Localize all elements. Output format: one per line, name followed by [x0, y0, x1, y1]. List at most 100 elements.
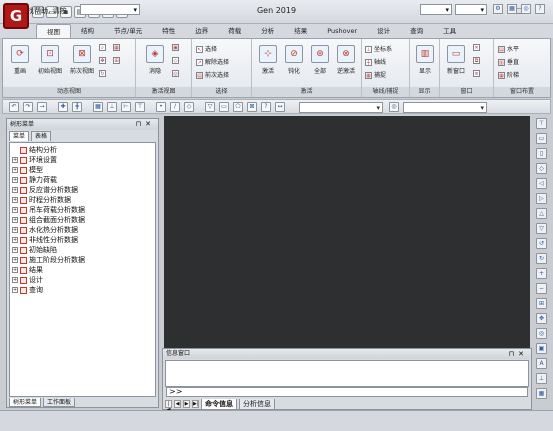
filter-icon[interactable]: ▽: [205, 102, 215, 112]
status-unit-dropdown-2[interactable]: [455, 4, 487, 15]
expand-toggle-icon[interactable]: +: [12, 257, 18, 263]
invert-button[interactable]: ⊘ 钝化: [281, 45, 307, 75]
zoom-in-icon[interactable]: +: [536, 268, 547, 279]
node-icon[interactable]: •: [156, 102, 166, 112]
shade-toggle-icon[interactable]: ▣: [536, 343, 547, 354]
view-up-icon[interactable]: △: [536, 208, 547, 219]
model-canvas[interactable]: [164, 116, 530, 348]
status-help-icon[interactable]: ?: [535, 4, 545, 14]
tab-load[interactable]: 荷载: [218, 24, 251, 38]
tree-item[interactable]: + 查询: [12, 285, 43, 295]
view-down-icon[interactable]: ▽: [536, 223, 547, 234]
tab-results[interactable]: 结果: [284, 24, 317, 38]
unselect-button[interactable]: ↗ 解除选择: [196, 57, 229, 66]
axis-y-icon[interactable]: ⊢: [121, 102, 131, 112]
expand-toggle-icon[interactable]: +: [12, 157, 18, 163]
fit-icon[interactable]: ⊞: [113, 57, 122, 64]
tab-tools[interactable]: 工具: [433, 24, 466, 38]
view-top-icon[interactable]: ⊤: [536, 118, 547, 129]
view-side-icon[interactable]: ▯: [536, 148, 547, 159]
axis-z-icon[interactable]: ⊤: [135, 102, 145, 112]
grid-icon[interactable]: ▦: [93, 102, 103, 112]
tree-item[interactable]: + 初始缺陷: [12, 245, 57, 255]
expand-toggle-icon[interactable]: +: [12, 247, 18, 253]
tree-item[interactable]: + 环境设置: [12, 155, 57, 165]
cascade-button[interactable]: ▥ 垂直: [498, 57, 519, 66]
query-icon[interactable]: ?: [261, 102, 271, 112]
status-dropdown-1[interactable]: [80, 4, 140, 15]
pan-icon[interactable]: ✥: [99, 57, 108, 64]
status-grid-icon[interactable]: ▦: [507, 4, 517, 14]
window-copy-icon[interactable]: ⧉: [473, 57, 482, 64]
zoom-icon[interactable]: ⌕: [99, 44, 108, 51]
intersect-icon[interactable]: ⊠: [247, 102, 257, 112]
select-button[interactable]: ↖ 选择: [196, 44, 217, 53]
hide-button[interactable]: ◈ 消隐: [142, 45, 168, 75]
tree-item[interactable]: + 时程分析数据: [12, 195, 71, 205]
expand-toggle-icon[interactable]: +: [12, 287, 18, 293]
activate-button[interactable]: ⊹ 激活: [255, 45, 281, 75]
tab-query[interactable]: 查询: [400, 24, 433, 38]
rotate-right-icon[interactable]: ↻: [536, 253, 547, 264]
expand-toggle-icon[interactable]: +: [12, 217, 18, 223]
undo-icon[interactable]: ↶: [9, 102, 19, 112]
tree-item[interactable]: + 静力荷载: [12, 175, 57, 185]
panel-close-icon[interactable]: ✕: [145, 120, 155, 128]
all-button[interactable]: ⊛ 全部: [307, 45, 333, 75]
status-snap-icon[interactable]: ◎: [521, 4, 531, 14]
tree-item[interactable]: + 结果: [12, 265, 43, 275]
first-tab-icon[interactable]: |◀: [165, 400, 172, 413]
view-iso-icon[interactable]: ◇: [536, 163, 547, 174]
tab-pushover[interactable]: Pushover: [317, 24, 367, 38]
display-toggle-icon[interactable]: ◎: [536, 328, 547, 339]
status-unit-dropdown[interactable]: [420, 4, 452, 15]
tab-tree-menu[interactable]: 树形菜单: [9, 398, 42, 407]
grid-toggle-icon[interactable]: ▦: [536, 388, 547, 399]
previous-select-button[interactable]: ▤ 前次选择: [196, 70, 229, 79]
tree-item[interactable]: + 设计: [12, 275, 43, 285]
view-front-icon[interactable]: ▭: [536, 133, 547, 144]
initial-view-button[interactable]: ⊡ 初始视图: [37, 45, 63, 75]
pin-icon[interactable]: ⊓: [136, 120, 145, 128]
tab-table[interactable]: 表格: [31, 131, 52, 141]
tab-view[interactable]: 视图: [36, 24, 71, 38]
tile-horizontal-button[interactable]: ▤ 水平: [498, 44, 519, 53]
new-window-button[interactable]: ▭ 新窗口: [443, 45, 469, 75]
perspective-icon[interactable]: ◇: [172, 57, 181, 64]
snap-point-icon[interactable]: ✚: [58, 102, 68, 112]
expand-toggle-icon[interactable]: +: [12, 207, 18, 213]
axis-toggle-icon[interactable]: ⊥: [536, 373, 547, 384]
tab-work-panel[interactable]: 工作面板: [43, 398, 76, 407]
window-list-icon[interactable]: ≡: [473, 70, 482, 77]
load-case-dropdown[interactable]: [403, 102, 487, 113]
view-box-icon[interactable]: ▦: [113, 44, 122, 51]
rotate-icon[interactable]: ↻: [99, 70, 108, 77]
tab-design[interactable]: 设计: [367, 24, 400, 38]
axis-x-icon[interactable]: ⊥: [107, 102, 117, 112]
tree-item[interactable]: + 模型: [12, 165, 43, 175]
plate-icon[interactable]: ◇: [184, 102, 194, 112]
expand-toggle-icon[interactable]: +: [12, 167, 18, 173]
element-icon[interactable]: ∕: [170, 102, 180, 112]
snap-line-icon[interactable]: ╋: [72, 102, 82, 112]
expand-toggle-icon[interactable]: +: [12, 277, 18, 283]
view-right-icon[interactable]: ▷: [536, 193, 547, 204]
next-tab-icon[interactable]: ▶: [183, 400, 190, 408]
previous-view-button[interactable]: ⊠ 前次视图: [69, 45, 95, 75]
arrow-icon[interactable]: →: [37, 102, 47, 112]
tab-node-element[interactable]: 节点/单元: [104, 24, 152, 38]
tab-structure[interactable]: 结构: [71, 24, 104, 38]
tree-item[interactable]: + 非线性分析数据: [12, 235, 78, 245]
expand-toggle-icon[interactable]: +: [12, 177, 18, 183]
app-logo[interactable]: G: [3, 3, 29, 29]
last-tab-icon[interactable]: ▶|: [192, 400, 199, 408]
tab-boundary[interactable]: 边界: [185, 24, 218, 38]
property-dropdown[interactable]: [299, 102, 383, 113]
polygon-select-icon[interactable]: ⬠: [233, 102, 243, 112]
tab-properties[interactable]: 特性: [152, 24, 185, 38]
tree-item[interactable]: + 水化热分析数据: [12, 225, 78, 235]
redraw-button[interactable]: ⟳ 重画: [7, 45, 33, 75]
tree-item[interactable]: 结构分析: [12, 145, 57, 155]
prev-tab-icon[interactable]: ◀: [174, 400, 181, 408]
view-left-icon[interactable]: ◁: [536, 178, 547, 189]
